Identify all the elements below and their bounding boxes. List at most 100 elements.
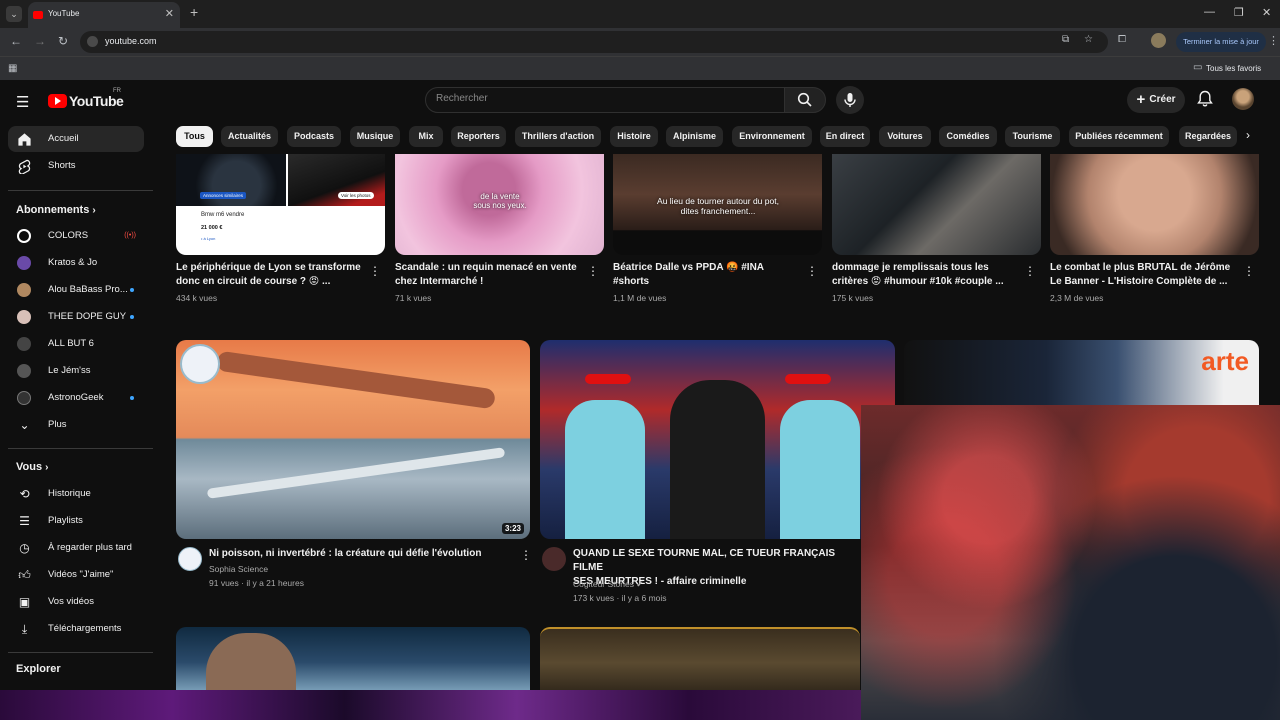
chip-tous[interactable]: Tous [176, 126, 213, 147]
chip-publiees-recemment[interactable]: Publiées récemment [1069, 126, 1169, 147]
more-options-icon[interactable]: ⋮ [806, 264, 818, 278]
video-thumbnail[interactable] [540, 627, 860, 697]
maximize-icon[interactable]: ❐ [1234, 6, 1244, 19]
video-title[interactable]: dommage je remplissais tous les critères … [832, 261, 1022, 289]
extensions-icon[interactable]: ⧠ [1118, 34, 1126, 45]
bookmark-star-icon[interactable]: ☆ [1084, 34, 1093, 45]
sidebar-item-kratos-jo[interactable]: Kratos & Jo [8, 250, 144, 276]
browser-tab-youtube[interactable]: YouTube ✕ [28, 2, 180, 28]
search-icon [797, 92, 812, 107]
sidebar-item-label: Vos vidéos [48, 596, 94, 607]
voice-search-button[interactable] [836, 86, 864, 114]
create-button[interactable]: + Créer [1127, 87, 1185, 113]
close-tab-icon[interactable]: ✕ [165, 7, 174, 20]
apps-grid-icon[interactable]: ▦ [8, 63, 17, 74]
chip-tourisme[interactable]: Tourisme [1005, 126, 1060, 147]
video-thumbnail[interactable] [1050, 154, 1259, 255]
minimize-icon[interactable]: — [1204, 6, 1215, 18]
chip-podcasts[interactable]: Podcasts [287, 126, 341, 147]
more-options-icon[interactable]: ⋮ [1243, 264, 1255, 278]
channel-avatar[interactable] [542, 547, 566, 571]
tab-search-icon[interactable]: ⌄ [6, 6, 22, 22]
chip-histoire[interactable]: Histoire [610, 126, 658, 147]
forward-icon[interactable]: → [34, 34, 46, 48]
sidebar-item-plus[interactable]: ⌄ Plus [8, 412, 144, 438]
video-title[interactable]: Ni poisson, ni invertébré : la créature … [209, 547, 509, 561]
browser-profile-avatar[interactable] [1151, 33, 1166, 48]
you-heading[interactable]: Vous › [16, 461, 48, 473]
update-browser-button[interactable]: Terminer la mise à jour [1176, 32, 1266, 52]
video-thumbnail[interactable] [832, 154, 1041, 255]
sidebar-item-accueil[interactable]: Accueil [8, 126, 144, 152]
search-box[interactable] [425, 87, 785, 113]
site-info-icon[interactable] [87, 36, 98, 47]
chip-reporters[interactable]: Reporters [451, 126, 506, 147]
person-image [206, 633, 296, 697]
channel-avatar[interactable] [178, 547, 202, 571]
search-input[interactable] [436, 93, 756, 104]
youtube-header: ☰ YouTube FR + Créer [0, 80, 1280, 122]
video-title[interactable]: Le combat le plus BRUTAL de Jérôme Le Ban… [1050, 261, 1240, 289]
browser-menu-icon[interactable]: ⋮ [1268, 34, 1279, 47]
notifications-bell-icon[interactable] [1197, 90, 1213, 108]
chip-mix[interactable]: Mix [409, 126, 443, 147]
sidebar-item-astronogeek[interactable]: AstronoGeek [8, 385, 144, 411]
subscriptions-heading[interactable]: Abonnements › [16, 204, 96, 216]
all-bookmarks-link[interactable]: Tous les favoris [1206, 64, 1261, 73]
install-app-icon[interactable]: ⧉ [1062, 34, 1069, 45]
channel-name[interactable]: Cogiteur Stories ✔ [573, 577, 643, 591]
chip-alpinisme[interactable]: Alpinisme [666, 126, 723, 147]
sidebar-item-liked-videos[interactable]: 👍︎ Vidéos "J'aime" [8, 562, 144, 588]
more-options-icon[interactable]: ⋮ [369, 264, 381, 278]
account-avatar[interactable] [1232, 88, 1254, 110]
sidebar-item-playlists[interactable]: ☰ Playlists [8, 508, 144, 534]
chip-en-direct[interactable]: En direct [820, 126, 870, 147]
your-videos-icon: ▣ [18, 595, 31, 609]
chip-thrillers[interactable]: Thrillers d'action [515, 126, 601, 147]
video-title[interactable]: Béatrice Dalle vs PPDA 🤬 #INA #shorts [613, 261, 803, 289]
guide-menu-icon[interactable]: ☰ [16, 93, 29, 111]
reload-icon[interactable]: ↻ [58, 34, 68, 48]
sidebar-item-all-but-6[interactable]: ALL BUT 6 [8, 331, 144, 357]
video-thumbnail[interactable]: Au lieu de tourner autour du pot, dites … [613, 154, 822, 255]
chevron-right-icon[interactable]: › [1246, 128, 1250, 142]
sidebar-item-thee-dope-guy[interactable]: THEE DOPE GUY [8, 304, 144, 330]
chip-comedies[interactable]: Comédies [939, 126, 997, 147]
video-meta: 173 k vues · il y a 6 mois [573, 593, 667, 603]
more-options-icon[interactable]: ⋮ [587, 264, 599, 278]
new-tab-icon[interactable]: + [190, 4, 198, 20]
video-title-line: #shorts [613, 276, 650, 287]
channel-name[interactable]: Sophia Science [209, 562, 268, 576]
chip-musique[interactable]: Musique [350, 126, 400, 147]
video-title-line: dommage je remplissais tous les [832, 262, 989, 273]
sidebar-item-your-videos[interactable]: ▣ Vos vidéos [8, 589, 144, 615]
sidebar-item-downloads[interactable]: ⤓ Téléchargements [8, 616, 144, 642]
video-title[interactable]: Scandale : un requin menacé en vente chez… [395, 261, 585, 289]
search-button[interactable] [784, 87, 826, 113]
back-icon[interactable]: ← [10, 34, 22, 48]
video-thumbnail[interactable] [540, 340, 895, 539]
chip-regardees[interactable]: Regardées [1179, 126, 1237, 147]
like-icon: 👍︎ [18, 568, 31, 582]
address-bar[interactable]: youtube.com [80, 31, 1108, 53]
sidebar-item-historique[interactable]: ⟲ Historique [8, 481, 144, 507]
video-thumbnail[interactable] [176, 627, 530, 697]
sidebar-item-watch-later[interactable]: ◷ À regarder plus tard [8, 535, 144, 561]
video-thumbnail[interactable]: 3:23 [176, 340, 530, 539]
sidebar-item-le-jemss[interactable]: Le Jém'ss [8, 358, 144, 384]
video-thumbnail[interactable]: de la vente sous nos yeux. [395, 154, 604, 255]
video-title[interactable]: Le périphérique de Lyon se transforme don… [176, 261, 366, 289]
chip-voitures[interactable]: Voitures [879, 126, 931, 147]
youtube-logo[interactable]: YouTube FR [48, 88, 124, 110]
sidebar-item-shorts[interactable]: Shorts [8, 153, 144, 179]
sidebar-item-colors[interactable]: COLORS ((•)) [8, 223, 144, 249]
folder-icon: ▭ [1193, 62, 1203, 73]
sidebar-item-alou-babass[interactable]: Alou BaBass Pro... [8, 277, 144, 303]
more-options-icon[interactable]: ⋮ [1024, 264, 1036, 278]
url-text: youtube.com [105, 36, 157, 46]
more-options-icon[interactable]: ⋮ [520, 548, 532, 562]
close-window-icon[interactable]: ✕ [1262, 6, 1271, 19]
chip-actualites[interactable]: Actualités [221, 126, 278, 147]
chip-environnement[interactable]: Environnement [732, 126, 812, 147]
video-thumbnail[interactable]: Annonces similaires Voir les photos Bmw … [176, 154, 385, 255]
